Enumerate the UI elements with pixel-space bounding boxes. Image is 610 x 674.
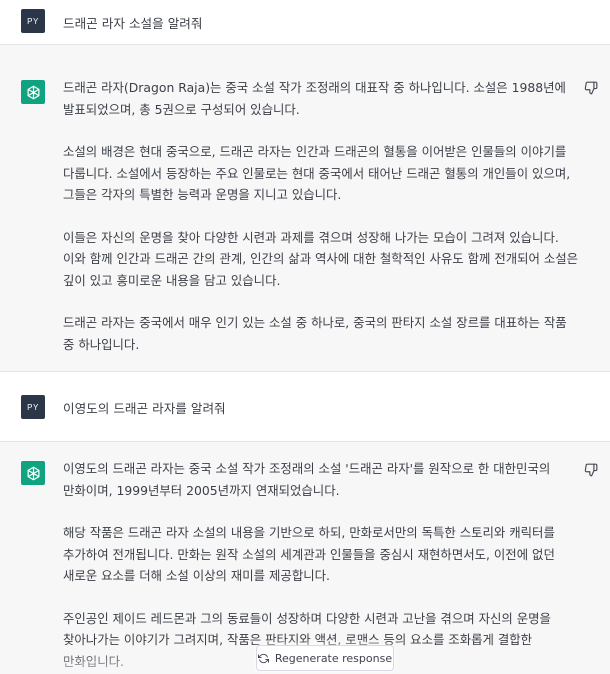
- regenerate-label: Regenerate response: [274, 651, 393, 665]
- response-paragraph: 이영도의 드래곤 라자는 중국 소설 작가 조정래의 소설 '드래곤 라자'를 …: [63, 461, 551, 498]
- thumbs-down-button[interactable]: [584, 80, 598, 95]
- user-avatar-initials: PY: [27, 402, 39, 412]
- refresh-icon: [257, 653, 269, 663]
- response-paragraph: 해당 작품은 드래곤 라자 소설의 내용을 기반으로 하되, 만화로서만의 독특…: [63, 525, 555, 583]
- response-paragraph: 이들은 자신의 운명을 찾아 다양한 시련과 과제를 겪으며 성장해 나가는 모…: [63, 229, 579, 288]
- user-avatar: PY: [21, 9, 45, 33]
- user-message: PY 이영도의 드래곤 라자를 알려줘: [0, 372, 610, 442]
- regenerate-response-button[interactable]: Regenerate response: [256, 645, 394, 671]
- openai-logo-icon: [27, 85, 39, 99]
- response-paragraph: 드래곤 라자(Dragon Raja)는 중국 소설 작가 조정래의 대표작 중…: [63, 80, 566, 117]
- response-paragraph: 드래곤 라자는 중국에서 매우 인기 있는 소설 중 하나로, 중국의 판타지 …: [63, 315, 567, 352]
- user-message-text: 이영도의 드래곤 라자를 알려줘: [63, 401, 226, 416]
- chat-thread: PY 드래곤 라자 소설을 알려줘 드래곤 라자(Dragon Raja)는 중…: [0, 0, 610, 674]
- user-message: PY 드래곤 라자 소설을 알려줘: [0, 0, 610, 45]
- openai-logo-icon: [27, 466, 39, 480]
- assistant-message: 드래곤 라자(Dragon Raja)는 중국 소설 작가 조정래의 대표작 중…: [0, 45, 610, 372]
- thumbs-down-icon: [584, 463, 598, 477]
- assistant-message: 이영도의 드래곤 라자는 중국 소설 작가 조정래의 소설 '드래곤 라자'를 …: [0, 442, 610, 674]
- user-avatar-initials: PY: [27, 16, 39, 26]
- response-paragraph: 소설의 배경은 현대 중국으로, 드래곤 라자는 인간과 드래곤의 혈통을 이어…: [63, 144, 571, 202]
- thumbs-down-button[interactable]: [584, 462, 598, 477]
- user-avatar: PY: [21, 395, 45, 419]
- assistant-avatar: [21, 461, 45, 485]
- assistant-avatar: [21, 80, 45, 104]
- user-message-text: 드래곤 라자 소설을 알려줘: [63, 16, 203, 31]
- thumbs-down-icon: [584, 81, 598, 95]
